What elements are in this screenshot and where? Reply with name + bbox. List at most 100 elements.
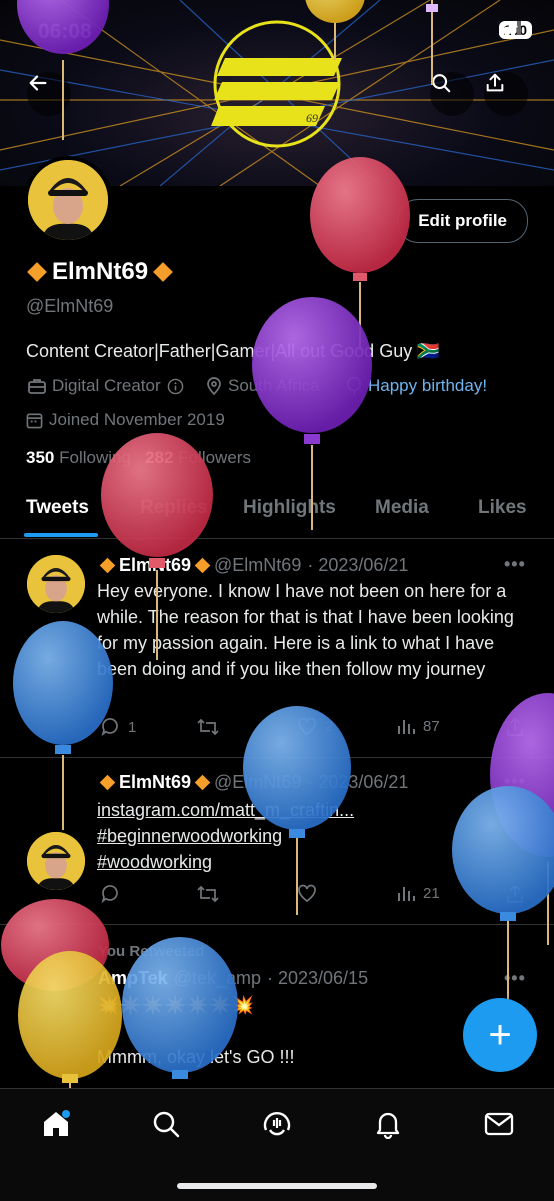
tweet-header: ElmNt69 @ElmNt69 · 2023/06/21 — [99, 772, 409, 793]
calendar-icon — [26, 413, 43, 428]
like-button[interactable]: 2 — [297, 717, 333, 735]
diamond-icon — [194, 774, 211, 791]
reply-button[interactable]: 1 — [100, 717, 136, 737]
retweet-button[interactable] — [196, 884, 220, 904]
tweet-more-button[interactable]: ••• — [504, 771, 526, 792]
profile-joined: Joined November 2019 — [26, 410, 225, 430]
tweet-author-handle: @tek_amp — [173, 968, 261, 988]
balloon-icon — [452, 786, 554, 1000]
active-tab-indicator — [24, 533, 98, 537]
diamond-icon — [27, 262, 47, 282]
balloon-icon — [252, 297, 372, 530]
avatar-image — [28, 160, 108, 240]
tweet-divider — [0, 757, 554, 758]
svg-text:69: 69 — [306, 111, 318, 125]
edit-profile-button[interactable]: Edit profile — [397, 199, 528, 243]
profile-handle: @ElmNt69 — [26, 296, 114, 316]
tweet-text: Hey everyone. I know I have not been on … — [97, 581, 514, 679]
explore-icon — [153, 1111, 180, 1138]
profile-bio: Content Creator|Father|Gamer|All out Goo… — [26, 341, 440, 361]
share-icon — [486, 73, 504, 92]
tweet-author-name[interactable]: AmpTek — [98, 968, 168, 989]
tweet-hashtag[interactable]: #woodworking — [97, 849, 212, 875]
nav-explore[interactable] — [146, 1104, 186, 1144]
tweet-avatar[interactable] — [27, 555, 85, 613]
views-icon — [398, 720, 415, 734]
tweet-share-button[interactable] — [506, 717, 524, 737]
tweet-author-handle: @ElmNt69 — [214, 555, 302, 575]
reply-icon — [101, 885, 118, 904]
tweet-date: · 2023/06/15 — [267, 968, 369, 988]
home-indicator — [177, 1183, 377, 1189]
messages-icon — [484, 1112, 514, 1136]
followers-link[interactable]: 282 Followers — [145, 448, 251, 467]
notifications-icon — [376, 1112, 400, 1139]
views-icon — [398, 887, 415, 901]
reply-button[interactable] — [100, 884, 120, 904]
nav-spaces[interactable] — [257, 1104, 297, 1144]
avatar-image — [27, 555, 85, 613]
profile-display-name: ElmNt69 — [27, 258, 173, 286]
retweet-icon — [197, 885, 219, 903]
spaces-icon — [263, 1112, 291, 1136]
avatar-image — [27, 832, 85, 890]
nav-home[interactable] — [36, 1104, 76, 1144]
location-icon — [207, 377, 221, 395]
tweet-date: · 2023/06/21 — [307, 555, 409, 575]
tweet-author-name[interactable]: ElmNt69 — [119, 555, 191, 576]
profile-avatar[interactable] — [24, 156, 112, 244]
share-icon — [507, 884, 523, 903]
status-time: 06:08 — [38, 20, 92, 43]
tabs-divider — [0, 538, 554, 539]
tab-tweets[interactable]: Tweets — [26, 497, 89, 519]
tab-likes[interactable]: Likes — [478, 497, 527, 519]
views-button[interactable]: 87 — [397, 717, 440, 735]
back-arrow-icon — [29, 75, 47, 91]
profile-location: South Africa — [206, 376, 320, 396]
wifi-icon — [499, 22, 518, 35]
status-icons: 100 — [498, 21, 532, 39]
tab-highlights[interactable]: Highlights — [243, 497, 336, 519]
tweet-emoji-line: 💥✴️✴️✴️✴️✴️💥 — [97, 995, 254, 1015]
tweet-avatar[interactable] — [27, 832, 85, 890]
search-icon — [432, 74, 451, 93]
diamond-icon — [99, 774, 116, 791]
tweet-divider — [0, 924, 554, 925]
tweet-share-button[interactable] — [506, 884, 524, 904]
tweet-author-name[interactable]: ElmNt69 — [119, 772, 191, 793]
tab-media[interactable]: Media — [375, 497, 429, 519]
back-button[interactable] — [27, 72, 71, 116]
follow-counts: 350 Following 282 Followers — [26, 448, 251, 468]
tweet-author-handle: @ElmNt69 — [214, 772, 302, 792]
like-button[interactable] — [297, 884, 317, 902]
display-name-text: ElmNt69 — [52, 258, 149, 285]
nav-messages[interactable] — [479, 1104, 519, 1144]
balloon-icon — [347, 377, 361, 395]
nav-notifications[interactable] — [368, 1104, 408, 1144]
retweet-label: You Retweeted — [98, 943, 205, 960]
briefcase-icon — [28, 379, 46, 394]
tweet-link-instagram[interactable]: instagram.com/matt_m_craftin... — [97, 797, 354, 823]
like-icon — [298, 884, 316, 902]
following-link[interactable]: 350 Following — [26, 448, 131, 467]
compose-tweet-button[interactable]: + — [463, 998, 537, 1072]
tweet-more-button[interactable]: ••• — [504, 968, 526, 989]
info-icon[interactable] — [167, 378, 184, 395]
retweet-icon — [197, 718, 219, 736]
profile-birthday: Happy birthday! — [346, 376, 487, 396]
tweet-header: ElmNt69 @ElmNt69 · 2023/06/21 — [99, 555, 409, 576]
profile-category: Digital Creator — [28, 376, 184, 396]
tweet-date: · 2023/06/21 — [307, 772, 409, 792]
search-button[interactable] — [430, 72, 474, 116]
views-button[interactable]: 21 — [397, 884, 440, 902]
tweet-hashtag[interactable]: #beginnerwoodworking — [97, 823, 282, 849]
diamond-icon — [99, 557, 116, 574]
diamond-icon — [194, 557, 211, 574]
tweet-header: AmpTek @tek_amp · 2023/06/15 — [98, 968, 368, 989]
retweet-button[interactable] — [196, 717, 220, 737]
tweet-more-button[interactable]: ••• — [504, 554, 526, 575]
tab-replies[interactable]: Replies — [140, 497, 208, 519]
tweet-text: Mmmm, okay let's GO !!! — [97, 1047, 295, 1067]
share-button[interactable] — [484, 72, 528, 116]
like-icon — [298, 717, 316, 735]
